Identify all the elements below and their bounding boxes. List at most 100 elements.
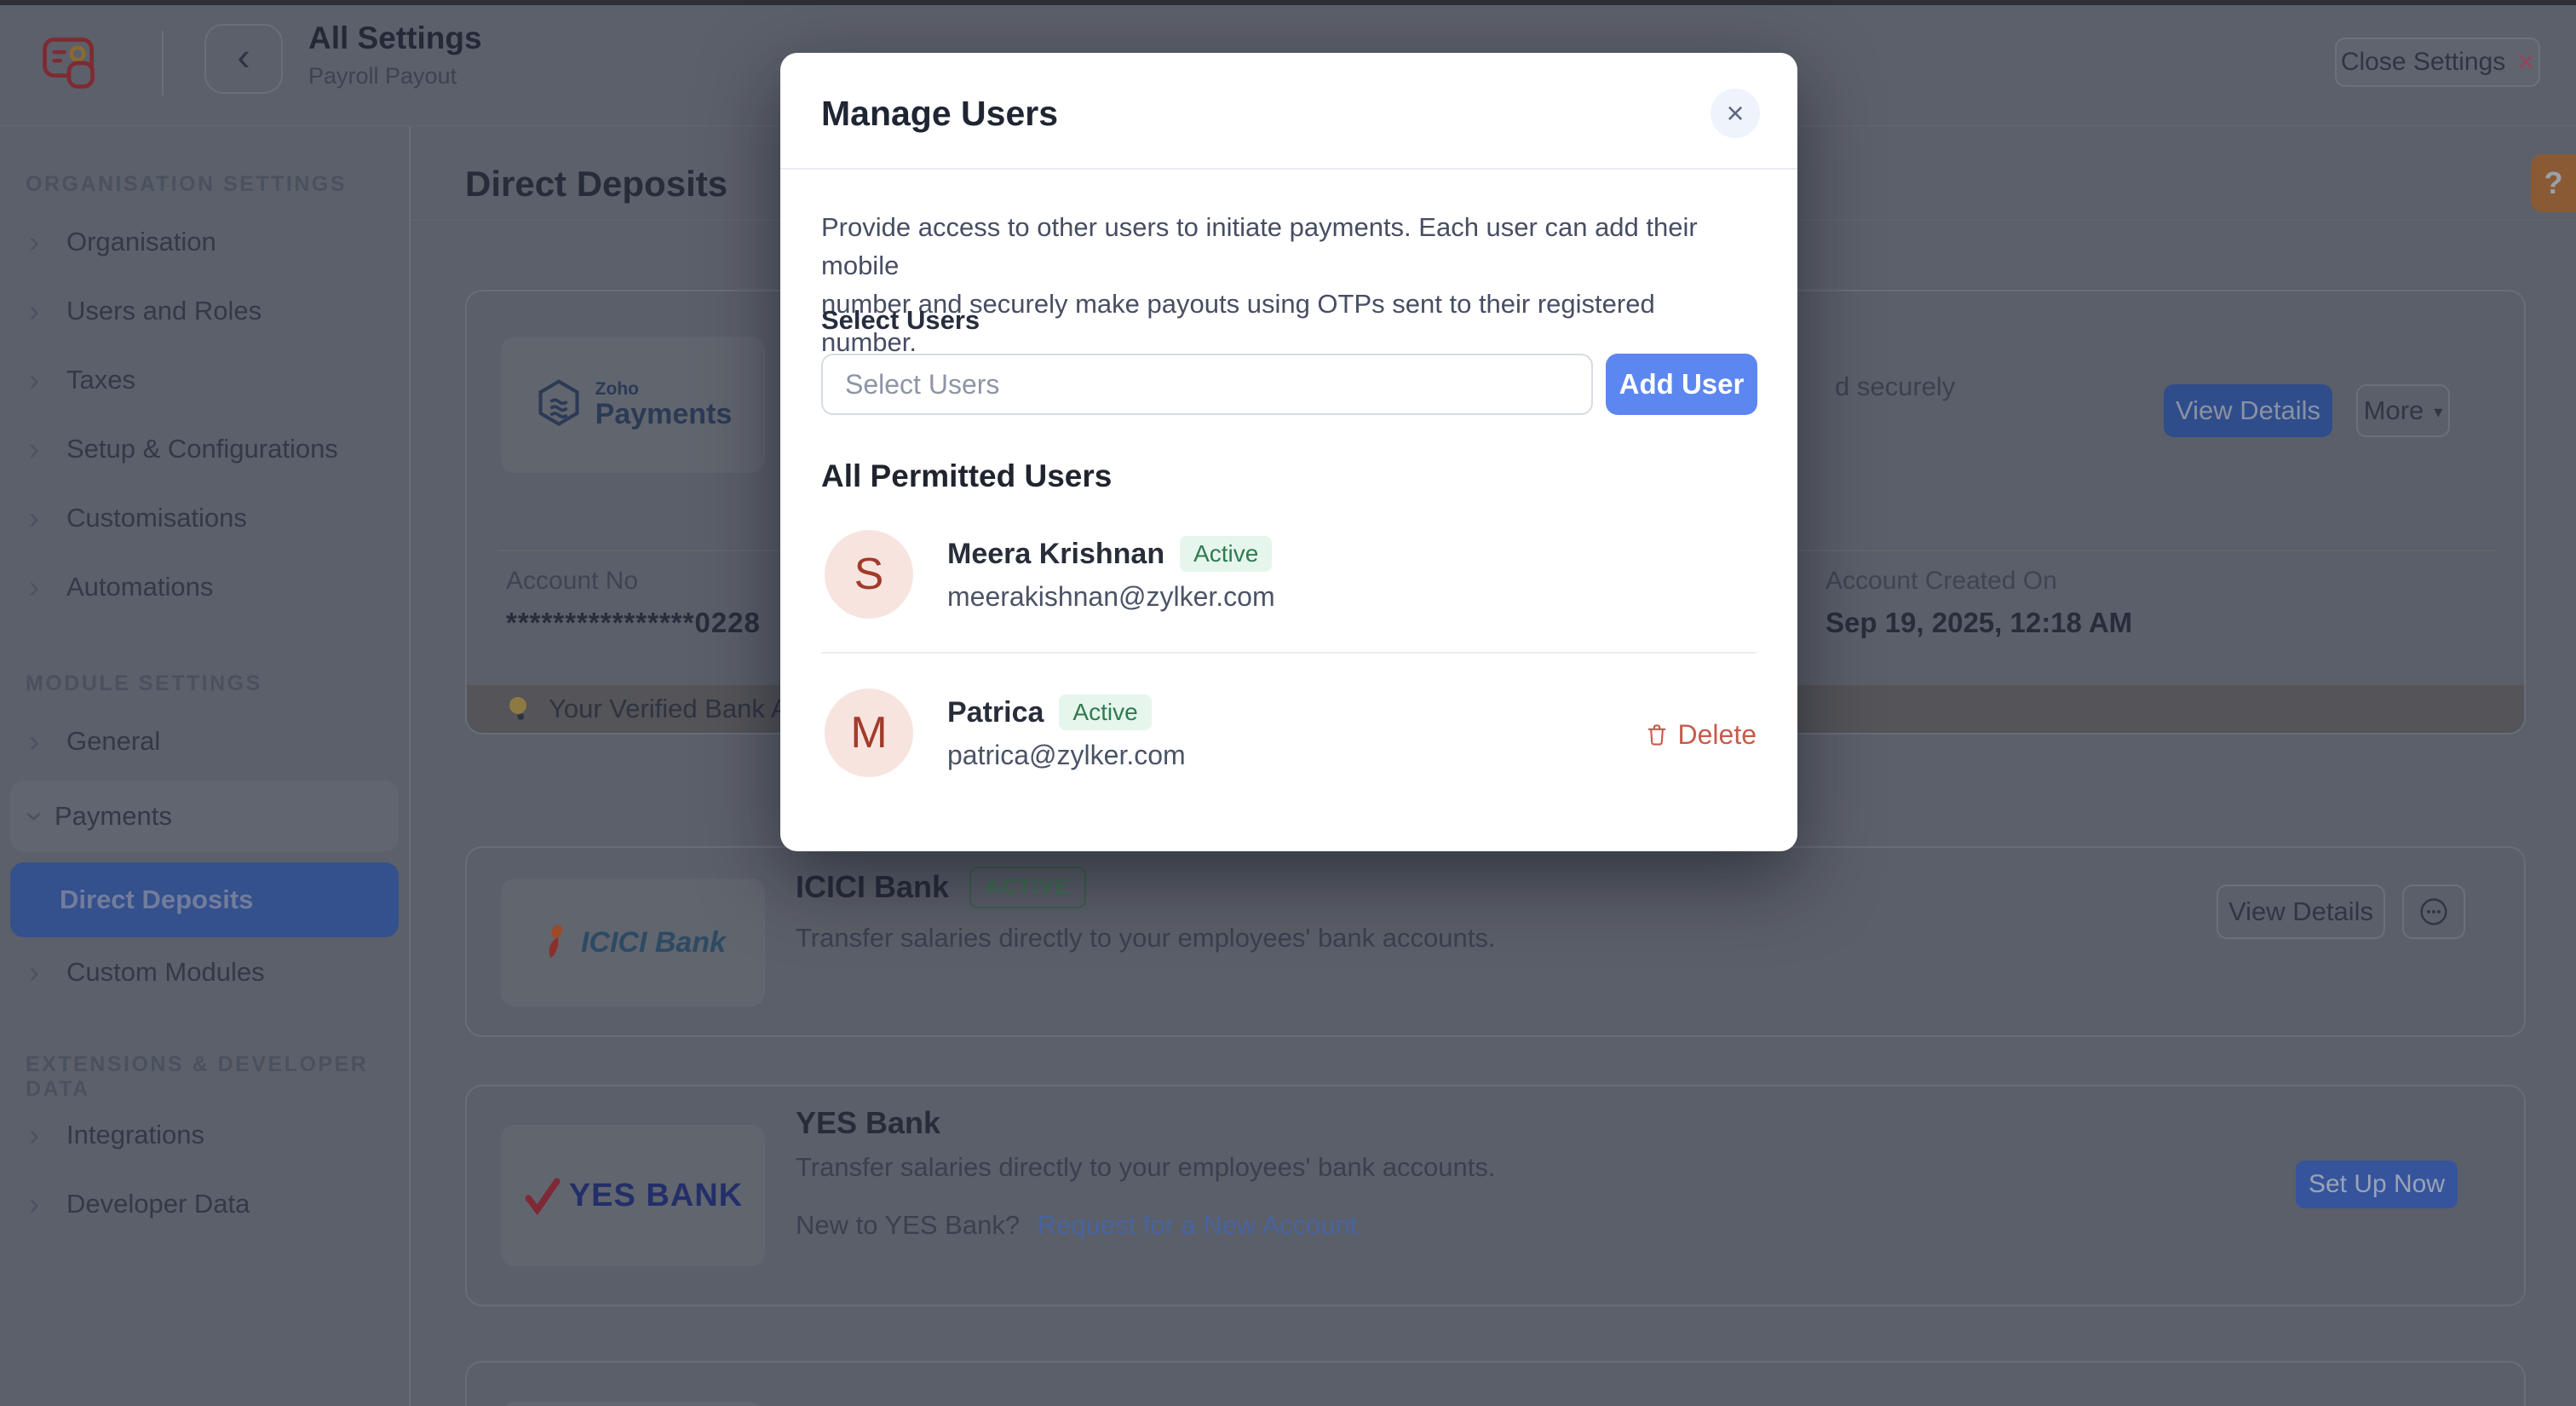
icici-logo-icon [540,924,569,961]
user-row-divider [821,652,1757,654]
chevron-right-icon: › [29,1120,66,1150]
account-created-value: Sep 19, 2025, 12:18 AM [1826,607,2132,639]
select-users-input[interactable] [821,354,1593,415]
status-badge: Active [1180,536,1272,572]
dropdown-caret-icon: ▾ [2434,400,2442,421]
settings-sidebar: ORGANISATION SETTINGS › Organisation › U… [0,127,411,1406]
account-no-label: Account No [506,567,638,596]
zoho-payments-logo-text: Zoho Payments [595,379,733,431]
chevron-right-icon: › [29,726,66,757]
sidebar-item-label: Taxes [66,365,135,395]
sidebar-item-direct-deposits[interactable]: Direct Deposits [10,862,399,937]
avatar: M [825,689,913,777]
yes-bank-logo-tile: YES BANK [501,1125,765,1266]
sidebar-item-users-and-roles[interactable]: › Users and Roles [0,276,409,345]
sidebar-item-label: Automations [66,572,213,602]
icici-view-details-button[interactable]: View Details [2217,885,2385,939]
sidebar-item-general[interactable]: › General [0,706,409,775]
sidebar-item-label: Integrations [66,1120,204,1150]
chevron-right-icon: › [29,1189,66,1219]
sidebar-section-extensions-developer-data: EXTENSIONS & DEVELOPER DATA [0,1054,409,1100]
icici-logo-text: ICICI Bank [581,926,726,959]
user-email: meerakishnan@zylker.com [947,581,1275,613]
close-icon: × [1726,95,1744,131]
request-new-account-link[interactable]: Request for a New Account [1038,1210,1358,1240]
app-root: ‹ All Settings Payroll Payout Close Sett… [0,0,2576,1406]
icici-active-badge: ACTIVE [969,867,1086,908]
yes-bank-logo-text: YES BANK [569,1178,743,1214]
verified-bank-notice-text: Your Verified Bank Acc [549,694,815,724]
sidebar-item-custom-modules[interactable]: › Custom Modules [0,937,409,1006]
delete-user-button[interactable]: Delete [1644,716,1757,753]
page-header-subtitle: Payroll Payout [308,63,457,89]
modal-description: Provide access to other users to initiat… [821,208,1741,361]
chevron-right-icon: › [29,227,66,257]
icici-more-actions-button[interactable] [2402,885,2465,939]
zoho-card-partial-text: d securely [1835,372,1955,402]
sidebar-item-integrations[interactable]: › Integrations [0,1100,409,1169]
close-settings-label: Close Settings [2341,48,2505,77]
user-row-name: Patrica Active [947,694,1152,731]
close-settings-button[interactable]: Close Settings × [2335,37,2540,87]
modal-header-divider [780,168,1797,170]
sidebar-item-setup-configurations[interactable]: › Setup & Configurations [0,414,409,483]
sidebar-item-label: Custom Modules [66,957,265,988]
chevron-right-icon: › [29,296,66,326]
chevron-right-icon: › [29,434,66,464]
sidebar-item-payments[interactable]: › Payments [10,781,399,852]
sidebar-section-module-settings: MODULE SETTINGS [0,660,409,706]
window-top-strip [0,0,2576,5]
zoho-payments-logo-tile: Zoho Payments [501,337,765,473]
sidebar-item-label: Organisation [66,227,216,257]
yes-setup-now-button[interactable]: Set Up Now [2296,1161,2458,1208]
help-tab[interactable]: ? [2531,154,2576,212]
user-email: patrica@zylker.com [947,740,1186,771]
sidebar-item-label: General [66,726,160,757]
sidebar-item-label: Direct Deposits [60,885,253,915]
sidebar-item-label: Setup & Configurations [66,434,338,464]
chevron-right-icon: › [29,572,66,602]
sidebar-item-label: Payments [55,801,172,832]
yes-card-title-row: YES Bank [796,1098,940,1149]
close-icon: × [2517,48,2534,77]
more-label: More [2364,395,2424,426]
help-icon: ? [2544,165,2563,201]
header-divider-vertical [162,31,164,95]
sidebar-item-label: Users and Roles [66,296,262,326]
status-badge: Active [1059,694,1151,730]
bulb-icon [501,689,537,728]
user-name: Patrica [947,696,1044,729]
trash-icon [1644,721,1670,748]
ellipsis-circle-icon [2417,895,2451,929]
yes-bank-check-icon [523,1176,562,1215]
yes-card-title: YES Bank [796,1105,940,1141]
account-no-value: ****************0228 V [506,607,808,639]
icici-logo-tile: ICICI Bank [501,879,765,1006]
chevron-right-icon: › [29,503,66,533]
sidebar-item-organisation[interactable]: › Organisation [0,207,409,276]
back-button[interactable]: ‹ [204,24,283,94]
add-user-button[interactable]: Add User [1606,354,1757,415]
chevron-right-icon: › [29,957,66,988]
modal-close-button[interactable]: × [1711,89,1760,138]
user-row-name: Meera Krishnan Active [947,535,1272,573]
yes-card-new-account-row: New to YES Bank? Request for a New Accou… [796,1210,1357,1241]
sidebar-item-customisations[interactable]: › Customisations [0,483,409,552]
zoho-more-button[interactable]: More ▾ [2356,384,2450,437]
page-header-title: All Settings [308,20,482,56]
page-title: Direct Deposits [465,164,727,205]
user-name: Meera Krishnan [947,538,1164,571]
yes-bank-card: YES BANK YES Bank Transfer salaries dire… [465,1085,2526,1306]
sidebar-item-automations[interactable]: › Automations [0,552,409,621]
sidebar-item-developer-data[interactable]: › Developer Data [0,1169,409,1238]
icici-card-title: ICICI Bank [796,869,949,905]
icici-card-title-row: ICICI Bank ACTIVE [796,861,1086,913]
modal-title: Manage Users [821,94,1058,134]
manage-users-modal: Manage Users × Provide access to other u… [780,53,1797,851]
partial-bank-card [465,1361,2526,1406]
chevron-right-icon: › [29,365,66,395]
select-users-label: Select Users [821,305,980,336]
zoho-payments-hexagon-icon [534,378,584,431]
sidebar-item-taxes[interactable]: › Taxes [0,345,409,414]
zoho-view-details-button[interactable]: View Details [2164,384,2332,437]
